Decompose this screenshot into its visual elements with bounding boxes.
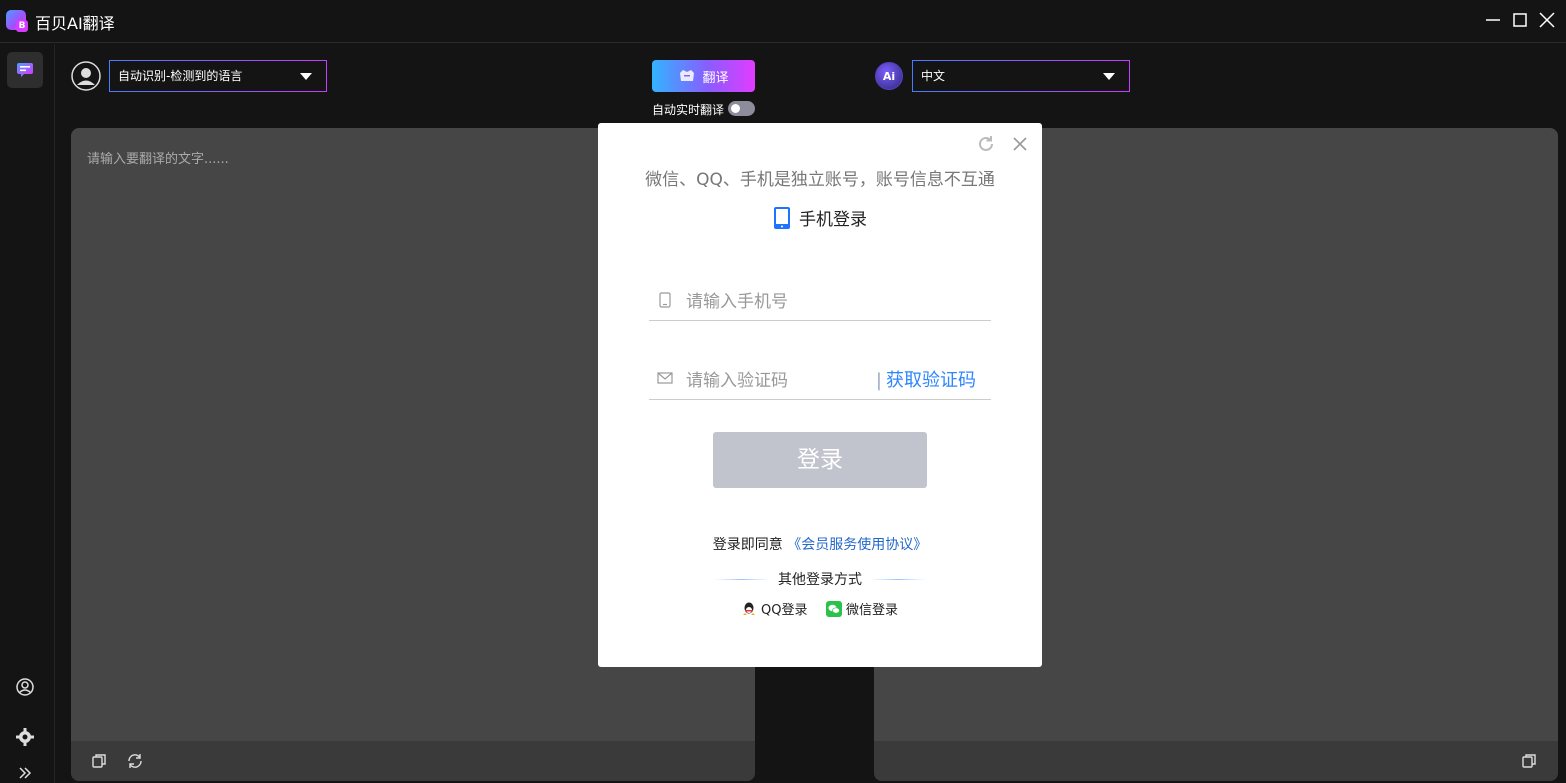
qq-login-label: QQ登录 — [761, 603, 808, 618]
login-button[interactable]: 登录 — [713, 432, 927, 488]
user-icon — [16, 678, 34, 696]
close-icon — [1013, 137, 1027, 151]
get-code-button[interactable]: | 获取验证码 — [876, 366, 976, 392]
mail-icon — [657, 372, 673, 384]
close-dialog-button[interactable] — [1010, 134, 1030, 154]
phone-icon — [774, 206, 790, 229]
mobile-icon — [659, 292, 671, 308]
translate-label: 翻译 — [702, 70, 729, 86]
agreement-link[interactable]: 《会员服务使用协议》 — [787, 537, 927, 553]
target-language-value: 中文 — [921, 69, 946, 83]
divider-line — [714, 578, 770, 580]
source-language-select[interactable]: 自动识别-检测到的语言 — [109, 60, 327, 92]
refresh-dialog-button[interactable] — [976, 134, 996, 154]
title-bar: B 百贝AI翻译 — [0, 0, 1566, 43]
code-field[interactable]: 请输入验证码 | 获取验证码 — [649, 356, 991, 400]
maximize-icon — [1513, 13, 1527, 27]
copy-source-button[interactable] — [90, 752, 108, 770]
qq-login-button[interactable]: QQ登录 — [741, 599, 807, 618]
sidebar — [0, 44, 55, 783]
copy-icon — [92, 754, 106, 768]
chat-translate-icon — [17, 63, 33, 77]
wechat-login-button[interactable]: 微信登录 — [826, 599, 898, 618]
target-panel-toolbar — [874, 741, 1558, 781]
get-code-label: 获取验证码 — [886, 370, 976, 391]
gear-icon — [16, 728, 34, 746]
source-language-value: 自动识别-检测到的语言 — [118, 69, 243, 83]
wechat-login-label: 微信登录 — [846, 603, 899, 618]
user-avatar-icon — [71, 61, 101, 91]
phone-login-label: 手机登录 — [799, 210, 867, 230]
phone-field[interactable]: 请输入手机号 — [649, 277, 991, 321]
other-login-label: 其他登录方式 — [778, 572, 862, 588]
sidebar-expand-button[interactable] — [7, 762, 43, 783]
qq-icon — [743, 602, 755, 615]
auto-translate-toggle[interactable] — [728, 101, 755, 116]
app-title: 百贝AI翻译 — [35, 14, 115, 33]
close-window-button[interactable] — [1537, 10, 1557, 30]
agreement-prefix: 登录即同意 — [712, 537, 783, 553]
agreement-text: 登录即同意 《会员服务使用协议》 — [598, 534, 1042, 554]
avatar[interactable] — [71, 61, 101, 91]
phone-login-title: 手机登录 — [598, 205, 1042, 230]
account-notice: 微信、QQ、手机是独立账号，账号信息不互通 — [645, 170, 995, 190]
close-icon — [1539, 12, 1555, 28]
copy-icon — [1522, 754, 1536, 768]
refresh-icon — [979, 136, 993, 151]
expand-icon — [19, 767, 32, 779]
copy-target-button[interactable] — [1520, 752, 1538, 770]
get-code-separator: | — [875, 370, 882, 391]
divider-line — [870, 578, 926, 580]
code-placeholder: 请输入验证码 — [686, 371, 788, 391]
sidebar-item-account[interactable] — [7, 669, 43, 705]
translate-button[interactable]: 翻译 — [652, 60, 755, 92]
app-logo-letter: B — [16, 20, 28, 32]
wechat-icon — [826, 600, 842, 617]
translate-icon — [680, 70, 695, 81]
auto-translate-label: 自动实时翻译 — [652, 103, 725, 117]
chevron-down-icon — [300, 73, 312, 80]
login-dialog: 微信、QQ、手机是独立账号，账号信息不互通 手机登录 请输入手机号 请输入验证码… — [598, 123, 1042, 667]
chevron-down-icon — [1103, 73, 1115, 80]
ai-badge-icon: Ai — [875, 62, 903, 90]
maximize-button[interactable] — [1510, 10, 1530, 30]
sidebar-item-translate[interactable] — [7, 52, 43, 88]
source-text-placeholder: 请输入要翻译的文字...... — [87, 152, 229, 167]
source-panel-toolbar — [71, 741, 755, 781]
refresh-source-button[interactable] — [126, 752, 144, 770]
minimize-button[interactable] — [1483, 10, 1503, 30]
other-login-divider: 其他登录方式 — [714, 569, 926, 589]
refresh-icon — [128, 754, 142, 768]
phone-placeholder: 请输入手机号 — [686, 292, 788, 312]
minimize-icon — [1486, 19, 1500, 21]
app-logo: B — [6, 10, 28, 32]
target-language-select[interactable]: 中文 — [912, 60, 1130, 92]
sidebar-item-settings[interactable] — [7, 719, 43, 755]
